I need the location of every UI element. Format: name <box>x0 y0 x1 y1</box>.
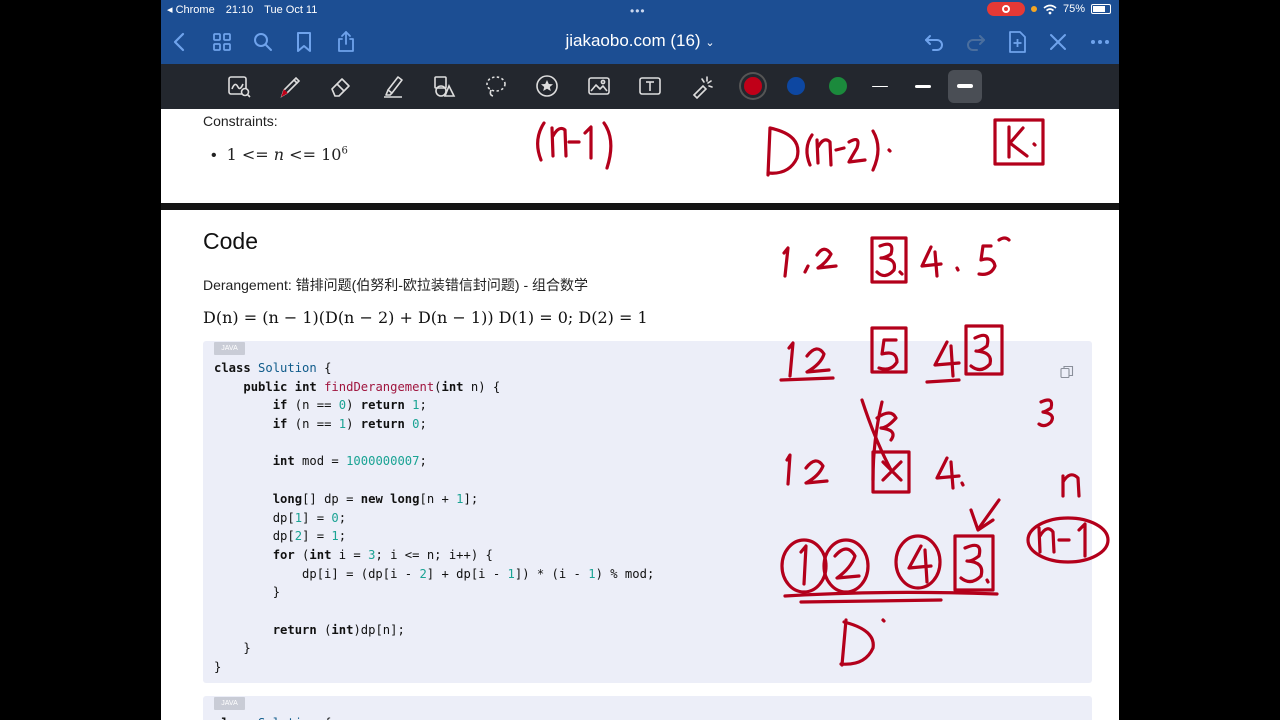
code-line: long[] dp = new long[n + 1]; <box>272 491 479 506</box>
pdf-page-constraints: Constraints: • 1 <= n <= 106 <box>161 109 1119 204</box>
text-box-icon[interactable] <box>636 73 664 101</box>
ipad-screen: ◂ Chrome 21:10 Tue Oct 11 ••• 75% jiakao… <box>161 0 1119 720</box>
code-language-tag: JAVA <box>214 697 245 710</box>
recurrence-formula: D(n) = (n − 1)(D(n − 2) + D(n − 1)) D(1)… <box>203 308 648 327</box>
status-bar: ◂ Chrome 21:10 Tue Oct 11 ••• 75% <box>161 0 1119 20</box>
code-line: dp[2] = 1; <box>214 529 347 544</box>
laser-pointer-icon[interactable] <box>688 73 716 101</box>
code-line: } <box>214 660 222 674</box>
page-separator <box>161 203 1119 210</box>
close-icon[interactable] <box>1045 29 1071 55</box>
code-line: } <box>214 585 281 600</box>
undo-icon[interactable] <box>921 29 947 55</box>
eraser-icon[interactable] <box>327 73 355 101</box>
stroke-thick-button[interactable] <box>948 70 982 103</box>
image-icon[interactable] <box>585 73 613 101</box>
multitasking-dots-icon[interactable]: ••• <box>630 4 646 18</box>
derangement-description: Derangement: 错排问题(伯努利-欧拉装错信封问题) - 组合数学 <box>203 277 589 293</box>
pdf-page-code: Code Derangement: 错排问题(伯努利-欧拉装错信封问题) - 组… <box>161 210 1119 720</box>
code-line: class Solution { <box>214 714 331 720</box>
back-to-app-label[interactable]: ◂ Chrome <box>167 4 215 16</box>
code-line: int mod = 1000000007; <box>272 454 427 469</box>
code-text: class Solution { <box>214 714 331 720</box>
status-date: Tue Oct 11 <box>264 4 318 16</box>
stroke-thin-button[interactable] <box>863 70 897 103</box>
battery-percent: 75% <box>1062 3 1085 15</box>
color-green-swatch[interactable] <box>829 77 847 95</box>
sticker-icon[interactable] <box>533 73 561 101</box>
bullet-icon: • <box>211 147 217 164</box>
code-line: return (int)dp[n]; <box>272 622 405 637</box>
lasso-icon[interactable] <box>482 73 510 101</box>
section-heading: Code <box>203 228 258 254</box>
code-line: public int findDerangement(int n) { <box>243 379 501 394</box>
copy-icon[interactable] <box>1060 365 1074 379</box>
markup-toolbar <box>161 64 1119 109</box>
color-red-swatch[interactable] <box>744 77 762 95</box>
mic-indicator-icon <box>1030 6 1037 12</box>
code-text: class Solution { public int findDerangem… <box>214 359 654 677</box>
shapes-icon[interactable] <box>430 73 458 101</box>
code-line: for (int i = 3; i <= n; i++) { <box>272 547 493 562</box>
redo-icon[interactable] <box>963 29 989 55</box>
status-time: 21:10 <box>225 4 254 16</box>
code-block-2: JAVA class Solution { <box>203 696 1092 720</box>
battery-icon <box>1091 4 1111 14</box>
code-line: if (n == 0) return 1; <box>272 398 427 413</box>
more-icon[interactable] <box>1087 29 1113 55</box>
code-line: } <box>214 641 251 656</box>
code-language-tag: JAVA <box>214 342 245 355</box>
add-page-icon[interactable] <box>1004 29 1030 55</box>
code-line: if (n == 1) return 0; <box>272 417 427 432</box>
highlighter-icon[interactable] <box>379 73 407 101</box>
color-blue-swatch[interactable] <box>787 77 805 95</box>
code-block: JAVA class Solution { public int findDer… <box>203 341 1092 683</box>
wifi-icon <box>1043 4 1057 14</box>
browser-nav-bar: jiakaobo.com (16) ⌄ <box>161 20 1119 64</box>
constraint-item: • 1 <= n <= 106 <box>211 145 348 164</box>
lasso-text-icon[interactable] <box>225 73 253 101</box>
pen-icon[interactable] <box>276 73 304 101</box>
code-line: dp[i] = (dp[i - 2] + dp[i - 1]) * (i - 1… <box>214 566 655 581</box>
stroke-medium-button[interactable] <box>906 70 940 103</box>
screen-recording-icon[interactable] <box>986 2 1025 16</box>
code-line: class Solution { <box>214 361 332 375</box>
code-line: dp[1] = 0; <box>214 510 347 525</box>
constraints-label: Constraints: <box>203 113 278 129</box>
